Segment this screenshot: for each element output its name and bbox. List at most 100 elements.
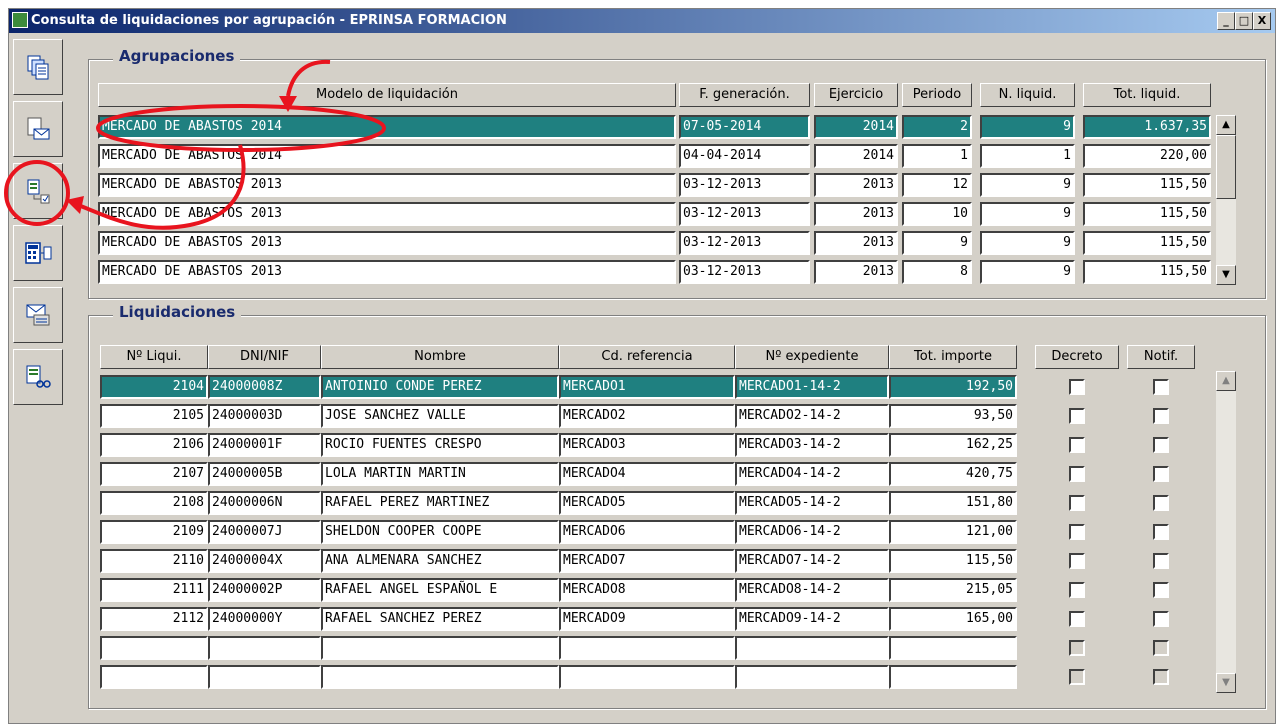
liquidacion-cell-dni[interactable]: 24000003D	[208, 404, 321, 428]
toolbar-search-button[interactable]	[13, 349, 63, 405]
col-header-num-liqui[interactable]: Nº Liqui.	[100, 345, 208, 369]
liquidacion-cell-ref[interactable]: MERCADO3	[559, 433, 735, 457]
liquidacion-cell-dni[interactable]: 24000008Z	[208, 375, 321, 399]
notif-checkbox[interactable]	[1153, 466, 1169, 482]
liquidacion-cell-dni[interactable]: 24000004X	[208, 549, 321, 573]
liquidacion-cell-nombre[interactable]	[321, 636, 559, 660]
col-header-nombre[interactable]: Nombre	[321, 345, 559, 369]
col-header-ejercicio[interactable]: Ejercicio	[814, 83, 898, 107]
toolbar-copy-button[interactable]	[13, 39, 63, 95]
liquidacion-cell-nombre[interactable]: RAFAEL SANCHEZ PEREZ	[321, 607, 559, 631]
liquidacion-cell-num[interactable]: 2109	[100, 520, 208, 544]
agrupacion-cell-periodo[interactable]: 12	[902, 173, 972, 197]
liquidacion-cell-dni[interactable]	[208, 636, 321, 660]
liquidacion-cell-nombre[interactable]: ROCIO FUENTES CRESPO	[321, 433, 559, 457]
notif-checkbox[interactable]	[1153, 582, 1169, 598]
notif-checkbox[interactable]	[1153, 524, 1169, 540]
notif-checkbox[interactable]	[1153, 495, 1169, 511]
scroll-thumb[interactable]	[1216, 135, 1236, 199]
col-header-modelo[interactable]: Modelo de liquidación	[98, 83, 676, 107]
maximize-button[interactable]: □	[1235, 12, 1253, 30]
liquidacion-cell-num[interactable]: 2112	[100, 607, 208, 631]
minimize-button[interactable]: _	[1217, 12, 1235, 30]
agrupacion-cell-modelo[interactable]: MERCADO DE ABASTOS 2014	[98, 115, 676, 139]
toolbar-mail-button[interactable]	[13, 101, 63, 157]
decreto-checkbox[interactable]	[1069, 640, 1085, 656]
liquidacion-cell-ref[interactable]: MERCADO5	[559, 491, 735, 515]
decreto-checkbox[interactable]	[1069, 466, 1085, 482]
liquidacion-cell-exp[interactable]: MERCADO8-14-2	[735, 578, 889, 602]
liquidacion-cell-importe[interactable]: 215,05	[889, 578, 1017, 602]
liquidacion-cell-importe[interactable]: 121,00	[889, 520, 1017, 544]
agrupacion-cell-tot_liquid[interactable]: 1.637,35	[1083, 115, 1211, 139]
toolbar-export-button[interactable]	[13, 163, 63, 219]
liquidacion-cell-num[interactable]	[100, 636, 208, 660]
scroll-down-icon[interactable]: ▼	[1216, 265, 1236, 285]
notif-checkbox[interactable]	[1153, 640, 1169, 656]
liquidacion-cell-dni[interactable]: 24000007J	[208, 520, 321, 544]
liquidacion-cell-dni[interactable]	[208, 665, 321, 689]
decreto-checkbox[interactable]	[1069, 553, 1085, 569]
liquidacion-cell-nombre[interactable]: RAFAEL ANGEL ESPAÑOL E	[321, 578, 559, 602]
liquidacion-cell-ref[interactable]	[559, 636, 735, 660]
liquidacion-cell-nombre[interactable]: JOSE SANCHEZ VALLE	[321, 404, 559, 428]
agrupacion-cell-fecha[interactable]: 04-04-2014	[679, 144, 810, 168]
liquidacion-cell-nombre[interactable]: ANA ALMENARA SANCHEZ	[321, 549, 559, 573]
liquidacion-cell-num[interactable]: 2108	[100, 491, 208, 515]
liquidacion-cell-importe[interactable]: 192,50	[889, 375, 1017, 399]
liquidacion-cell-ref[interactable]: MERCADO6	[559, 520, 735, 544]
liquidacion-cell-importe[interactable]: 162,25	[889, 433, 1017, 457]
liquidacion-cell-num[interactable]	[100, 665, 208, 689]
agrupacion-cell-periodo[interactable]: 1	[902, 144, 972, 168]
agrupacion-cell-tot_liquid[interactable]: 115,50	[1083, 202, 1211, 226]
agrupacion-cell-periodo[interactable]: 10	[902, 202, 972, 226]
liquidacion-cell-importe[interactable]: 165,00	[889, 607, 1017, 631]
decreto-checkbox[interactable]	[1069, 495, 1085, 511]
col-header-referencia[interactable]: Cd. referencia	[559, 345, 735, 369]
liquidacion-cell-dni[interactable]: 24000001F	[208, 433, 321, 457]
decreto-checkbox[interactable]	[1069, 437, 1085, 453]
agrupacion-cell-periodo[interactable]: 2	[902, 115, 972, 139]
notif-checkbox[interactable]	[1153, 611, 1169, 627]
agrupacion-cell-n_liquid[interactable]: 9	[980, 202, 1075, 226]
liquidacion-cell-nombre[interactable]: ANTOINIO CONDE PEREZ	[321, 375, 559, 399]
agrupacion-cell-fecha[interactable]: 07-05-2014	[679, 115, 810, 139]
liquidacion-cell-dni[interactable]: 24000000Y	[208, 607, 321, 631]
col-header-importe[interactable]: Tot. importe	[889, 345, 1017, 369]
notif-checkbox[interactable]	[1153, 437, 1169, 453]
liquidacion-cell-nombre[interactable]: SHELDON COOPER COOPE	[321, 520, 559, 544]
decreto-checkbox[interactable]	[1069, 408, 1085, 424]
liquidacion-cell-exp[interactable]: MERCADO9-14-2	[735, 607, 889, 631]
agrupacion-cell-n_liquid[interactable]: 9	[980, 231, 1075, 255]
liquidacion-cell-ref[interactable]: MERCADO4	[559, 462, 735, 486]
agrupacion-cell-ejercicio[interactable]: 2013	[814, 260, 898, 284]
liquidacion-cell-dni[interactable]: 24000006N	[208, 491, 321, 515]
notif-checkbox[interactable]	[1153, 669, 1169, 685]
agrupaciones-scrollbar[interactable]: ▲ ▼	[1216, 115, 1236, 285]
col-header-n-liquid[interactable]: N. liquid.	[980, 83, 1075, 107]
agrupacion-cell-ejercicio[interactable]: 2013	[814, 173, 898, 197]
liquidacion-cell-importe[interactable]: 151,80	[889, 491, 1017, 515]
col-header-dni[interactable]: DNI/NIF	[208, 345, 321, 369]
liquidacion-cell-exp[interactable]: MERCADO1-14-2	[735, 375, 889, 399]
liquidacion-cell-nombre[interactable]	[321, 665, 559, 689]
agrupacion-cell-modelo[interactable]: MERCADO DE ABASTOS 2013	[98, 231, 676, 255]
decreto-checkbox[interactable]	[1069, 611, 1085, 627]
scroll-up-icon[interactable]: ▲	[1216, 371, 1236, 391]
agrupacion-cell-ejercicio[interactable]: 2013	[814, 202, 898, 226]
liquidacion-cell-exp[interactable]	[735, 636, 889, 660]
agrupacion-cell-tot_liquid[interactable]: 115,50	[1083, 231, 1211, 255]
liquidacion-cell-nombre[interactable]: RAFAEL PEREZ MARTINEZ	[321, 491, 559, 515]
liquidacion-cell-num[interactable]: 2111	[100, 578, 208, 602]
agrupacion-cell-periodo[interactable]: 9	[902, 231, 972, 255]
liquidacion-cell-ref[interactable]: MERCADO8	[559, 578, 735, 602]
liquidacion-cell-num[interactable]: 2105	[100, 404, 208, 428]
liquidacion-cell-exp[interactable]: MERCADO2-14-2	[735, 404, 889, 428]
liquidacion-cell-num[interactable]: 2106	[100, 433, 208, 457]
agrupacion-cell-tot_liquid[interactable]: 115,50	[1083, 260, 1211, 284]
liquidacion-cell-ref[interactable]: MERCADO9	[559, 607, 735, 631]
col-header-notif[interactable]: Notif.	[1127, 345, 1195, 369]
notif-checkbox[interactable]	[1153, 408, 1169, 424]
agrupacion-cell-periodo[interactable]: 8	[902, 260, 972, 284]
liquidacion-cell-exp[interactable]: MERCADO6-14-2	[735, 520, 889, 544]
